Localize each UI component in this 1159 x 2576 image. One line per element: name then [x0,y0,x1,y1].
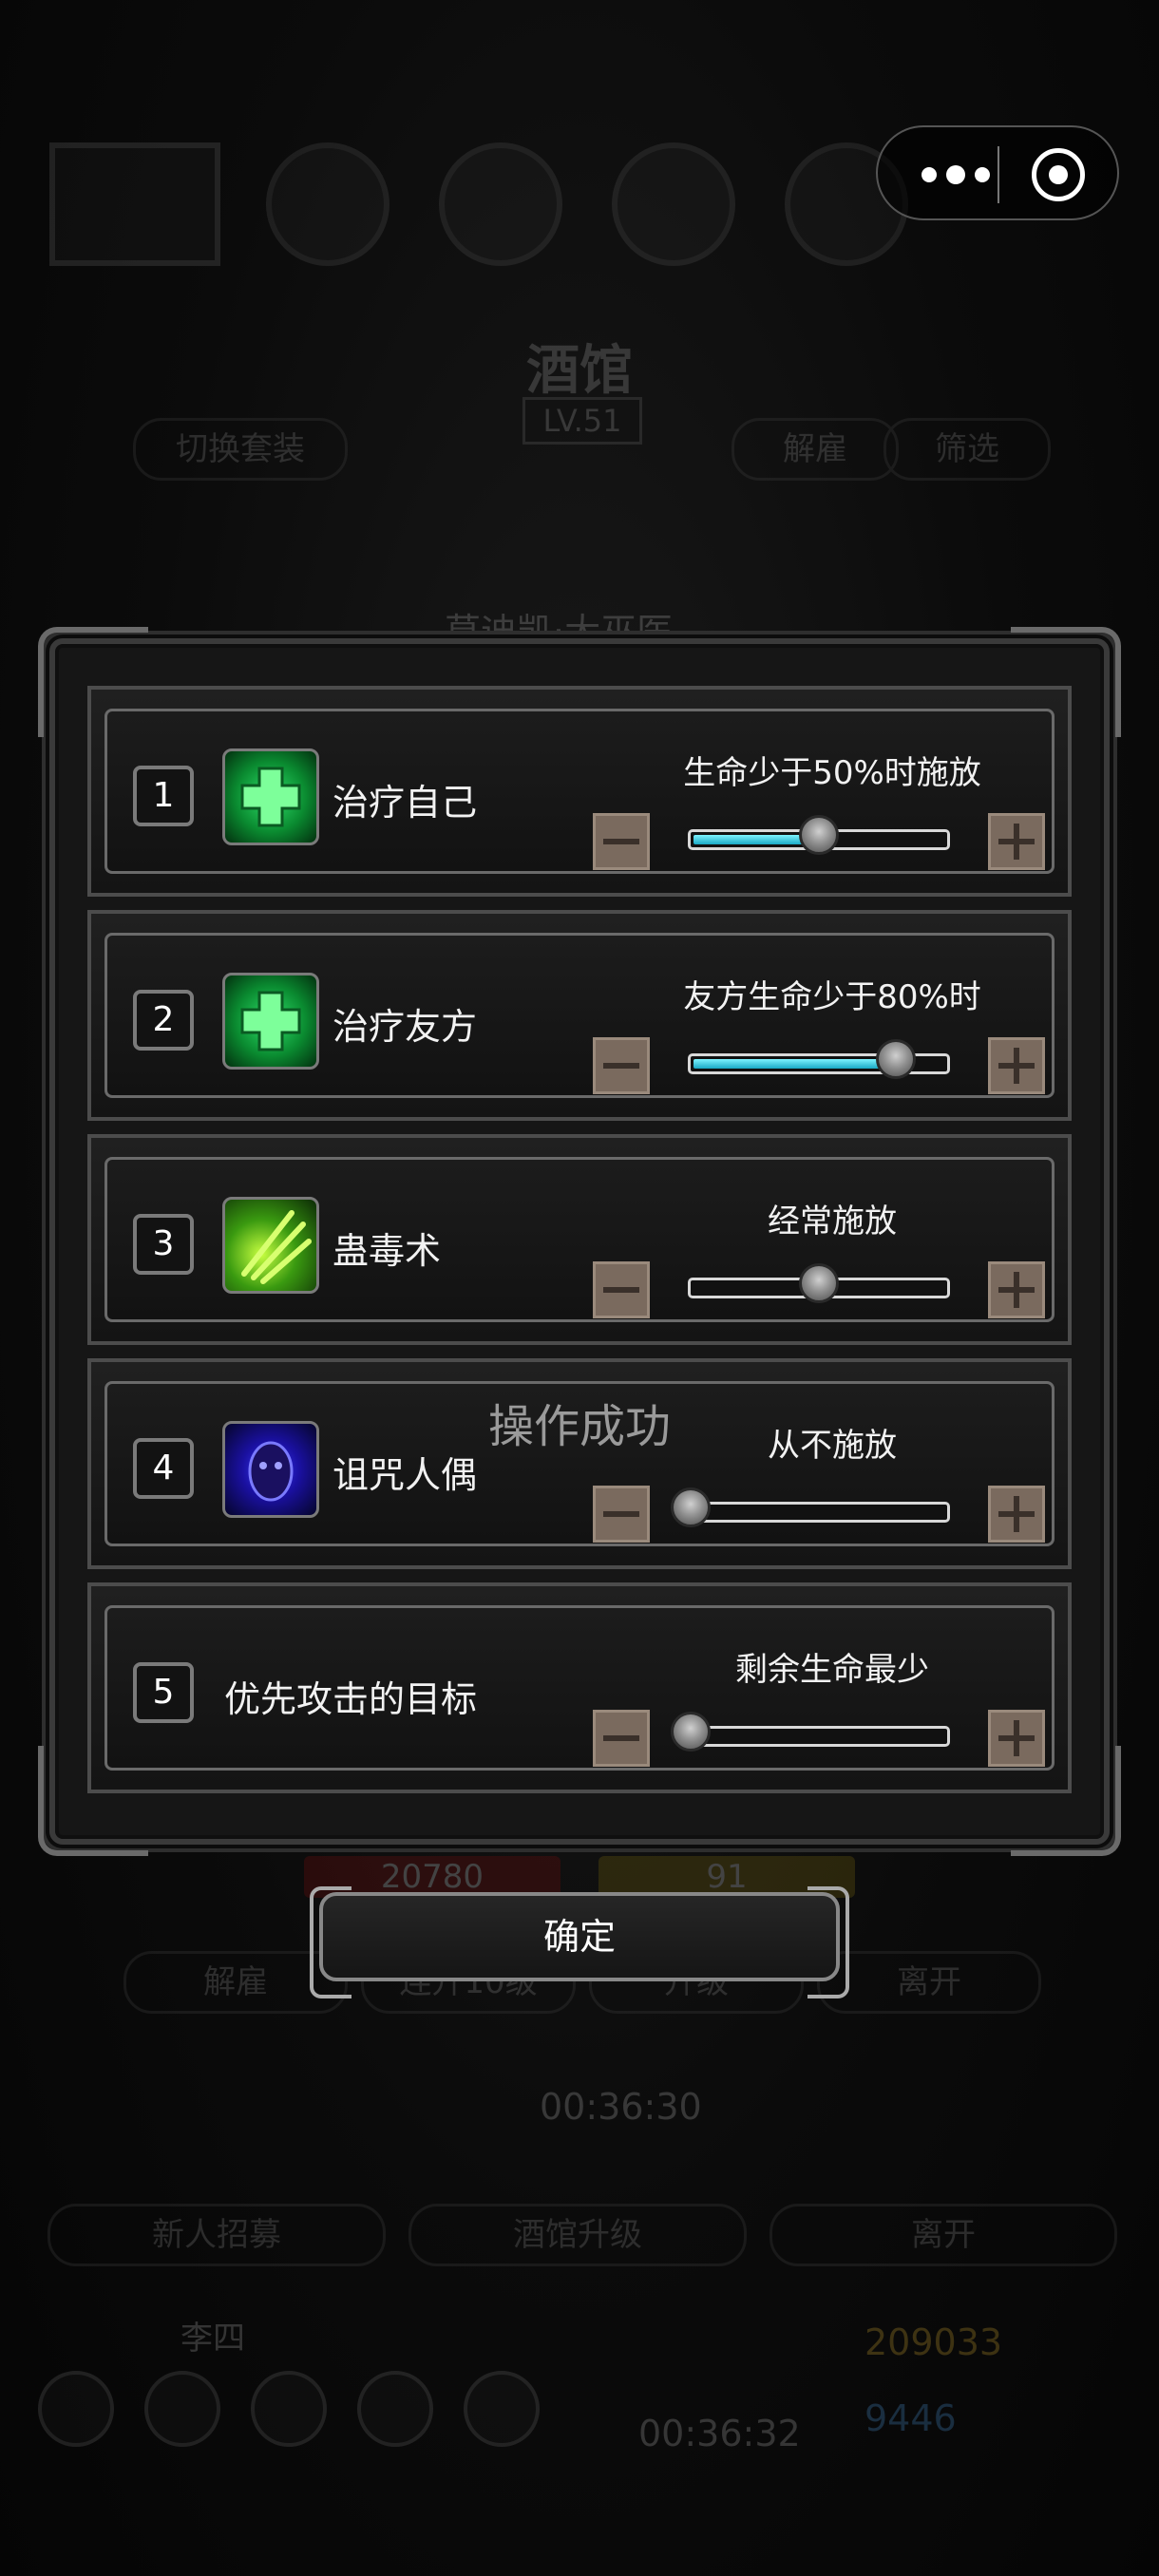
condition-slider[interactable] [671,1712,950,1752]
increase-button[interactable] [988,1486,1045,1543]
green-cross-icon [222,973,319,1070]
plus-icon-stem [1014,1496,1019,1532]
gem-count: 9446 [864,2397,957,2439]
mini-program-capsule [876,125,1119,220]
more-dots-icon[interactable] [912,156,1007,194]
minus-icon [603,1287,639,1293]
priority-number: 3 [133,1214,194,1275]
menu-icon [251,2371,327,2447]
skill-row: 3 蛊毒术 经常施放 [87,1134,1072,1345]
condition-slider[interactable] [688,815,950,855]
increase-button[interactable] [988,813,1045,870]
skill-name: 治疗友方 [332,1006,478,1048]
minus-icon [603,1063,639,1069]
minus-icon [603,1735,639,1741]
condition-slider[interactable] [671,1487,950,1527]
skill-slot-icon [266,142,390,266]
condition-slider[interactable] [688,1263,950,1303]
minus-icon [603,1511,639,1517]
decrease-button[interactable] [593,1261,650,1318]
slider-knob[interactable] [799,815,839,855]
switch-outfit-button: 切换套装 [133,418,348,481]
player-name: 李四 [180,2320,245,2358]
menu-icon [38,2371,114,2447]
cast-condition: 友方生命少于80%时 [683,978,981,1016]
plus-icon-stem [1014,1720,1019,1756]
target-icon[interactable] [1032,148,1085,201]
skill-name: 蛊毒术 [332,1230,442,1272]
menu-icon [464,2371,540,2447]
recruit-button: 新人招募 [48,2204,386,2266]
timer2: 00:36:32 [638,2413,801,2454]
decrease-button[interactable] [593,1037,650,1094]
increase-button[interactable] [988,1261,1045,1318]
slider-fill [694,835,816,844]
slider-knob[interactable] [671,1712,711,1752]
plus-icon-stem [1014,1272,1019,1308]
skill-row: 5 优先攻击的目标 剩余生命最少 [87,1582,1072,1793]
menu-icon [357,2371,433,2447]
poison-claw-icon [222,1197,319,1294]
condition-slider[interactable] [688,1039,950,1079]
minus-icon [603,839,639,844]
plus-icon-stem [1014,1048,1019,1084]
plus-icon-stem [1014,824,1019,860]
increase-button[interactable] [988,1710,1045,1767]
toast-message: 操作成功 [487,1400,671,1453]
slider-knob[interactable] [671,1487,711,1527]
skill-slot-icon [439,142,562,266]
skill-row: 1 治疗自己 生命少于50%时施放 [87,686,1072,897]
decrease-button[interactable] [593,813,650,870]
dismiss-top-button: 解雇 [732,418,899,481]
skill-name: 治疗自己 [332,782,478,824]
skill-slot-icon [612,142,735,266]
slider-fill [694,1059,893,1069]
skill-name: 优先攻击的目标 [224,1678,478,1720]
green-cross-icon [222,748,319,845]
leave-button: 离开 [817,1951,1041,2014]
cast-condition: 生命少于50%时施放 [683,754,981,792]
tavern-title: 酒馆 [526,340,633,402]
decrease-button[interactable] [593,1486,650,1543]
tavern-upgrade-button: 酒馆升级 [408,2204,747,2266]
decrease-button[interactable] [593,1710,650,1767]
capsule-divider [998,146,999,203]
leave2-button: 离开 [770,2204,1117,2266]
menu-icon [144,2371,220,2447]
cast-condition: 剩余生命最少 [735,1651,929,1689]
slider-knob[interactable] [876,1039,916,1079]
priority-number: 5 [133,1662,194,1723]
slider-knob[interactable] [799,1263,839,1303]
cast-condition: 经常施放 [768,1203,897,1241]
priority-number: 2 [133,990,194,1051]
filter-button: 筛选 [884,418,1051,481]
increase-button[interactable] [988,1037,1045,1094]
tavern-level: LV.51 [522,397,642,445]
gold-count: 209033 [864,2321,1003,2363]
skill-row: 2 治疗友方 友方生命少于80%时 [87,910,1072,1121]
confirm-button[interactable]: 确定 [310,1886,849,1998]
timer: 00:36:30 [540,2086,702,2128]
priority-number: 1 [133,766,194,826]
